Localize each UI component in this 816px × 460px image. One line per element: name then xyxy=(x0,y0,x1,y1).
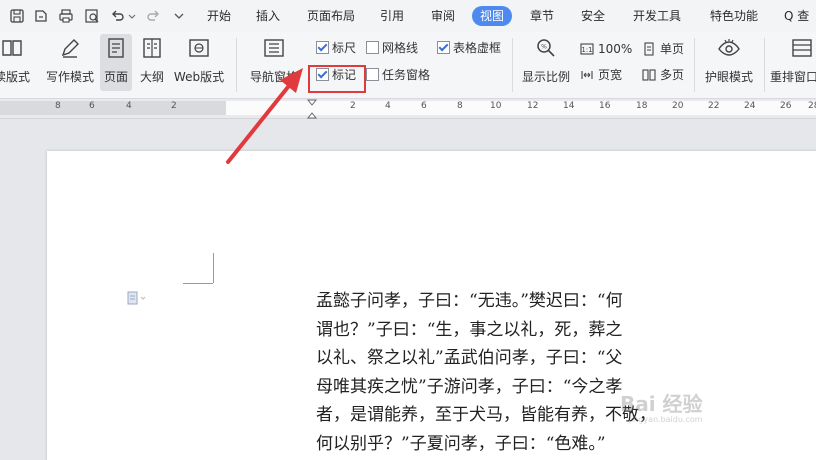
zoom-100-button[interactable]: 1:1 100% xyxy=(580,41,632,57)
ruler-number: 24 xyxy=(744,101,756,111)
tab-insert[interactable]: 插入 xyxy=(256,6,280,26)
write-mode-button[interactable]: 写作模式 xyxy=(43,36,97,85)
table-gridlines-checkbox[interactable]: 表格虚框 xyxy=(437,40,501,56)
indent-marker-icon[interactable] xyxy=(305,99,319,119)
ruler-number: 12 xyxy=(527,101,539,111)
tab-bar: 开始 插入 页面布局 引用 审阅 视图 章节 安全 开发工具 特色功能 Q 查 xyxy=(0,0,816,32)
text-line: 以礼、祭之以礼”孟武伯问孝，子曰：“父 xyxy=(316,348,623,368)
outline-view-button[interactable]: 大纲 xyxy=(137,36,167,85)
checkbox-checked-icon xyxy=(437,41,450,54)
book-icon xyxy=(0,36,24,60)
tab-special-features[interactable]: 特色功能 xyxy=(710,6,758,26)
tab-references[interactable]: 引用 xyxy=(380,6,404,26)
svg-text:%: % xyxy=(541,44,547,51)
tab-chapter[interactable]: 章节 xyxy=(530,6,554,26)
zoom-icon: % xyxy=(534,36,558,60)
multi-page-button[interactable]: 多页 xyxy=(642,67,684,83)
customize-dropdown-icon[interactable] xyxy=(171,8,187,24)
page-width-icon xyxy=(580,68,594,82)
app-window: 开始 插入 页面布局 引用 审阅 视图 章节 安全 开发工具 特色功能 Q 查 … xyxy=(0,0,816,460)
margin-corner-mark xyxy=(213,253,214,283)
ruler-number: 6 xyxy=(421,101,427,111)
page-view-button[interactable]: 页面 xyxy=(100,34,132,91)
zoom-button[interactable]: % 显示比例 xyxy=(519,36,573,85)
ribbon-separator xyxy=(236,38,237,92)
tab-page-layout[interactable]: 页面布局 xyxy=(307,6,355,26)
ruler-number: 22 xyxy=(708,101,720,111)
ruler-number: 26 xyxy=(780,101,792,111)
ruler-number: 16 xyxy=(599,101,611,111)
tab-security[interactable]: 安全 xyxy=(581,6,605,26)
margin-corner-mark xyxy=(183,283,213,284)
ruler-number: 10 xyxy=(490,101,502,111)
pen-icon xyxy=(58,36,82,60)
ruler-number: 2 xyxy=(350,101,356,111)
watermark-logo: Bai 经验 jingyan.baidu.com xyxy=(620,392,703,424)
multi-page-icon xyxy=(642,68,656,82)
page-width-button[interactable]: 页宽 xyxy=(580,67,622,83)
export-pdf-icon[interactable] xyxy=(33,8,49,24)
nav-pane-button[interactable]: 导航窗格 xyxy=(245,36,303,85)
paragraph-doc-icon[interactable] xyxy=(127,291,147,305)
rearrange-window-icon xyxy=(790,36,814,60)
ruler-number: 8 xyxy=(55,101,61,111)
nav-pane-icon xyxy=(262,36,286,60)
undo-dropdown-icon[interactable] xyxy=(128,8,136,24)
ruler-number: 4 xyxy=(126,101,132,111)
text-line: 何以别乎？”子夏问孝，子曰：“色难。” xyxy=(316,433,606,454)
ruler-number: 4 xyxy=(385,101,391,111)
tab-review[interactable]: 审阅 xyxy=(431,6,455,26)
ruler-number: 20 xyxy=(672,101,684,111)
search-button[interactable]: Q 查 xyxy=(784,6,809,26)
save-icon[interactable] xyxy=(9,8,25,24)
undo-icon[interactable] xyxy=(110,8,126,24)
eye-icon xyxy=(717,36,741,60)
ruler-number: 18 xyxy=(636,101,648,111)
single-page-icon xyxy=(642,42,656,56)
ruler-number: 28 xyxy=(808,101,816,111)
rearrange-window-button[interactable]: 重排窗口 xyxy=(770,36,816,85)
ruler-number: 14 xyxy=(563,101,575,111)
eye-mode-button[interactable]: 护眼模式 xyxy=(701,36,757,85)
ruler-checkbox[interactable]: 标尺 xyxy=(316,40,356,56)
text-line: 孟懿子问孝，子曰：“无违。”樊迟曰：“何 xyxy=(316,291,623,311)
svg-text:1:1: 1:1 xyxy=(581,46,592,54)
web-icon xyxy=(187,36,211,60)
print-icon[interactable] xyxy=(58,8,74,24)
ruler-number: 6 xyxy=(89,101,95,111)
one-to-one-icon: 1:1 xyxy=(580,42,594,56)
single-page-button[interactable]: 单页 xyxy=(642,41,684,57)
web-layout-button[interactable]: Web版式 xyxy=(172,36,226,85)
ribbon-separator xyxy=(694,38,695,92)
task-pane-checkbox[interactable]: 任务窗格 xyxy=(366,67,430,83)
tab-developer[interactable]: 开发工具 xyxy=(633,6,681,26)
tab-view[interactable]: 视图 xyxy=(472,6,513,26)
ruler-number: 8 xyxy=(457,101,463,111)
ribbon-separator xyxy=(764,38,765,92)
ruler-highlight-box xyxy=(308,65,366,93)
checkbox-unchecked-icon xyxy=(366,41,379,54)
ruler-number: 2 xyxy=(171,101,177,111)
text-line: 谓也？”子曰：“生，事之以礼，死，葬之 xyxy=(316,319,623,340)
read-mode-button[interactable]: 读版式 xyxy=(0,36,36,85)
document-body[interactable]: 孟懿子问孝，子曰：“无违。”樊迟曰：“何 谓也？”子曰：“生，事之以礼，死，葬之… xyxy=(316,287,696,458)
gridlines-checkbox[interactable]: 网格线 xyxy=(366,40,418,56)
outline-icon xyxy=(140,36,164,60)
ribbon-view: 读版式 写作模式 页面 大纲 Web版式 导航窗格 标尺 网格线 表格虚框 标记… xyxy=(0,32,816,99)
print-preview-icon[interactable] xyxy=(84,8,100,24)
page-icon xyxy=(104,36,128,60)
redo-icon[interactable] xyxy=(145,8,161,24)
ribbon-separator xyxy=(512,38,513,92)
checkbox-checked-icon xyxy=(316,41,329,54)
checkbox-unchecked-icon xyxy=(366,68,379,81)
tab-home[interactable]: 开始 xyxy=(207,6,231,26)
horizontal-ruler[interactable]: 8 6 4 2 2 4 6 8 10 12 14 16 18 20 22 24 … xyxy=(0,99,816,119)
